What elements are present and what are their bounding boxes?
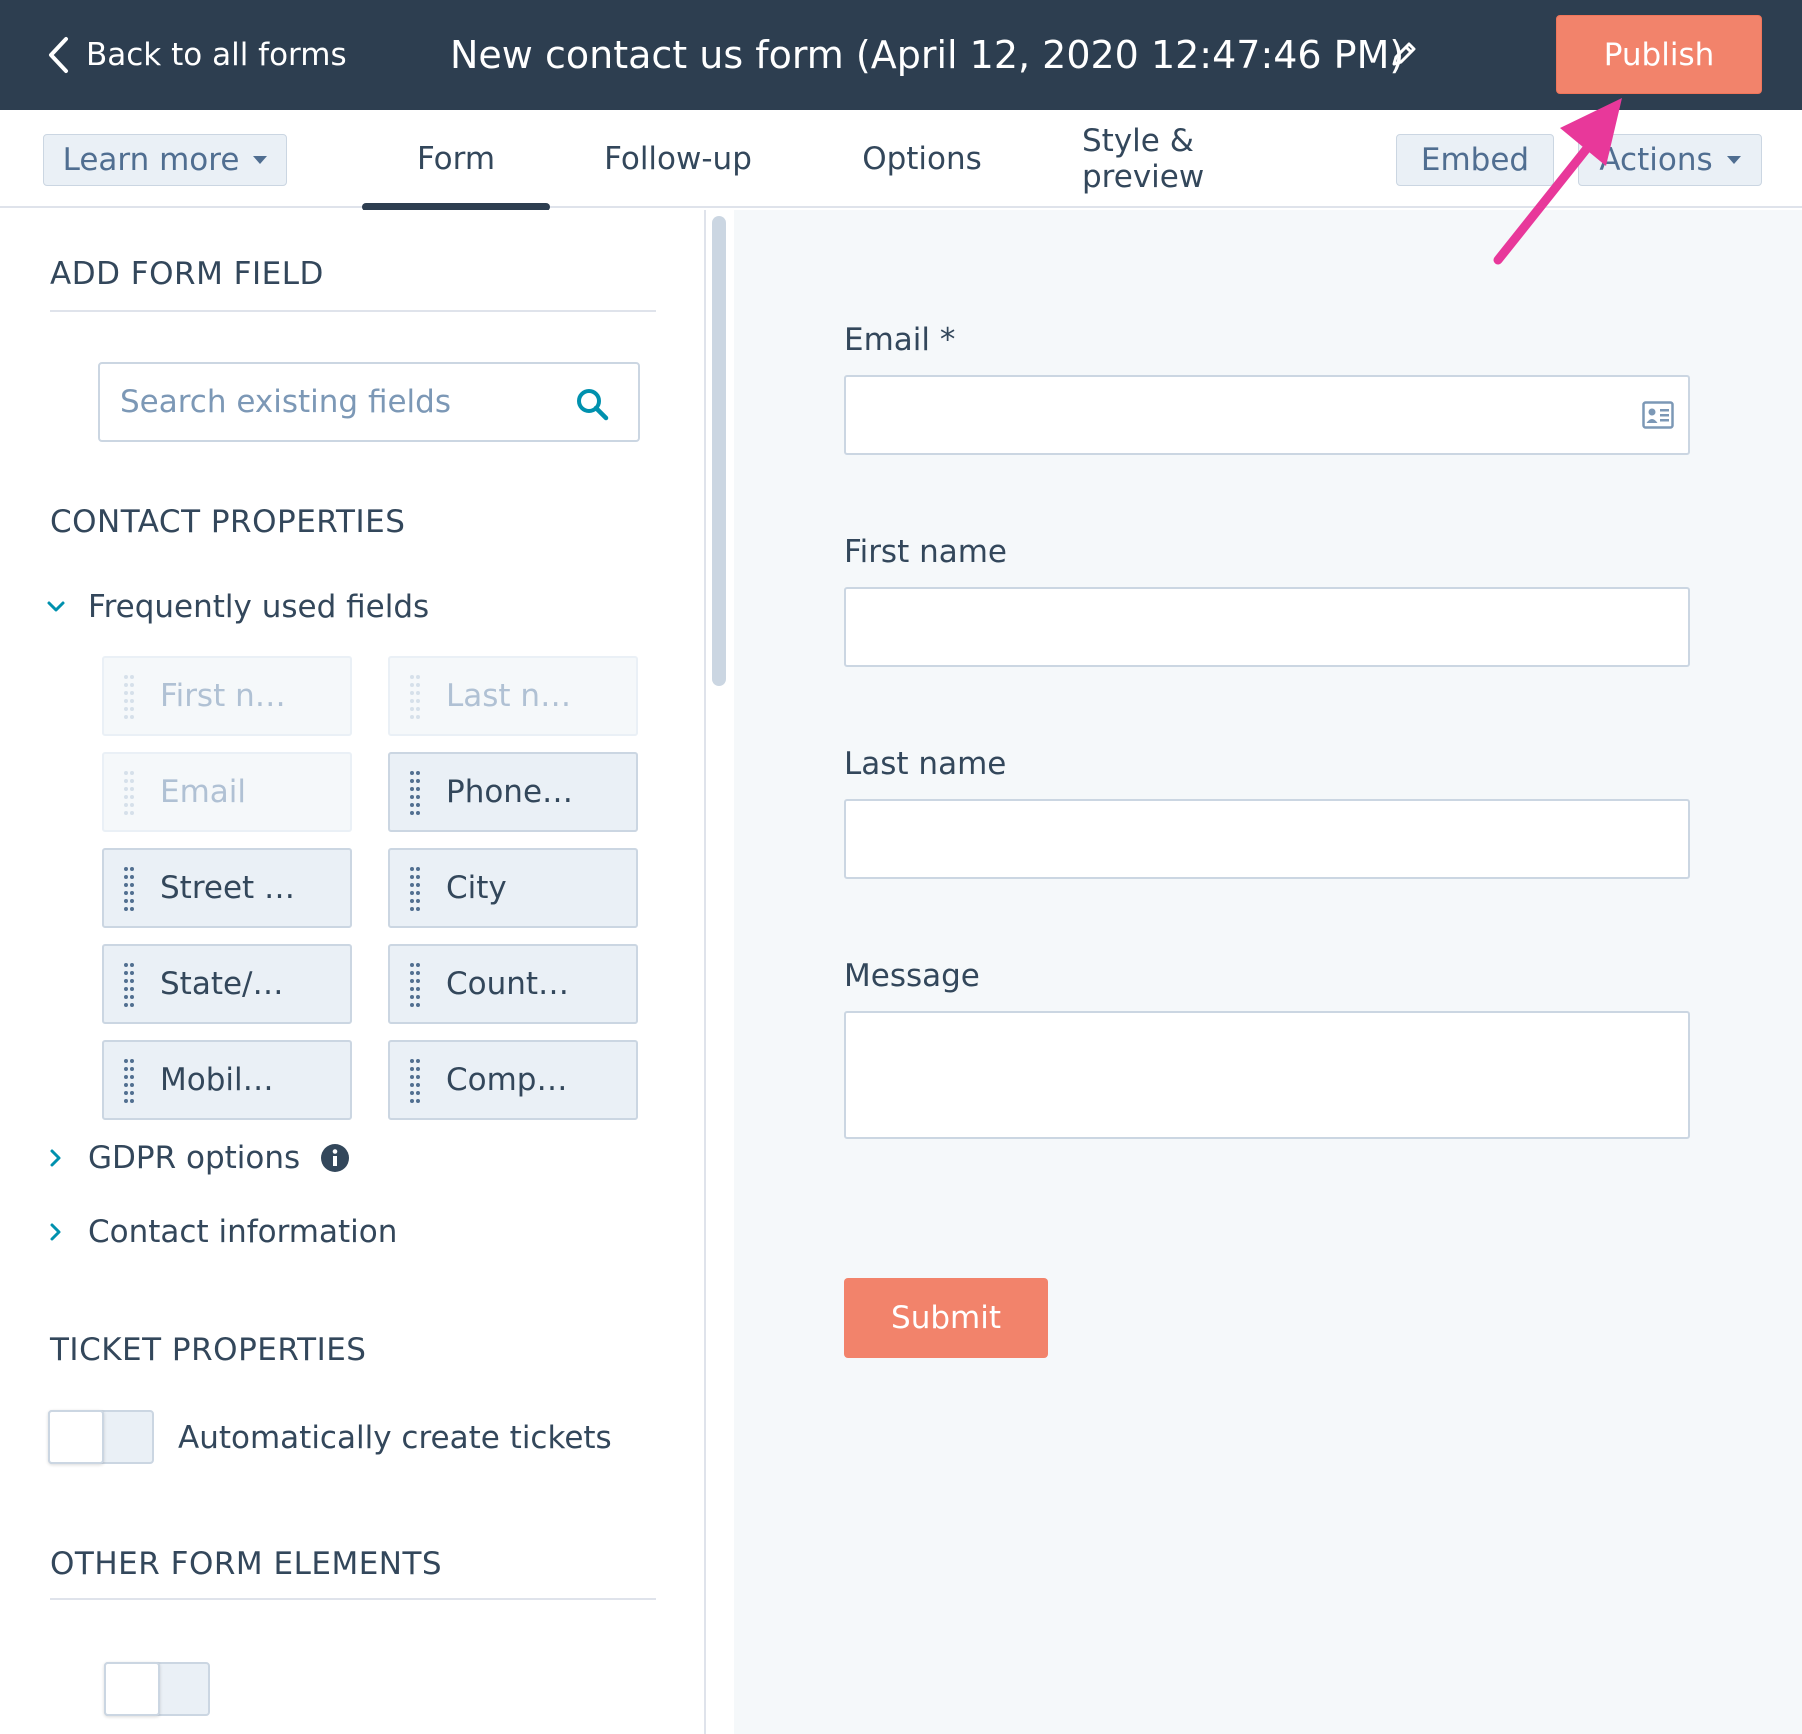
add-form-field-heading: ADD FORM FIELD (50, 256, 324, 292)
drag-handle-icon (124, 867, 134, 911)
contact-information-toggle[interactable]: Contact information (46, 1212, 397, 1252)
drag-handle-icon (124, 963, 134, 1007)
message-field-label: Message (844, 958, 980, 994)
tab-follow-up-label: Follow-up (604, 141, 752, 177)
gdpr-options-toggle[interactable]: GDPR options (46, 1138, 350, 1178)
actions-label: Actions (1599, 142, 1713, 178)
field-chip-city[interactable]: City (388, 848, 638, 928)
toggle-knob (48, 1410, 104, 1464)
divider (50, 310, 656, 312)
tab-options[interactable]: Options (852, 110, 992, 208)
chevron-right-icon (50, 1223, 61, 1241)
field-chip-label: Street … (160, 870, 296, 906)
tab-style-preview-label: Style & preview (1082, 123, 1205, 195)
field-chip-label: Comp… (446, 1062, 568, 1098)
field-chip-street[interactable]: Street … (102, 848, 352, 928)
caret-down-icon (1726, 156, 1741, 164)
field-chip-phone[interactable]: Phone… (388, 752, 638, 832)
search-fields-input[interactable] (120, 384, 560, 420)
actions-dropdown[interactable]: Actions (1578, 134, 1762, 186)
caret-down-icon (253, 156, 268, 164)
auto-create-tickets-toggle[interactable] (48, 1410, 154, 1464)
divider (50, 1598, 656, 1600)
field-chip-mobile[interactable]: Mobil… (102, 1040, 352, 1120)
contact-properties-heading: CONTACT PROPERTIES (50, 504, 406, 540)
contact-card-icon (1642, 401, 1674, 429)
drag-handle-icon (124, 1059, 134, 1103)
last-name-field[interactable] (844, 799, 1690, 879)
ticket-properties-heading: TICKET PROPERTIES (50, 1332, 367, 1368)
tab-follow-up[interactable]: Follow-up (594, 110, 762, 208)
field-chip-label: City (446, 870, 507, 906)
first-name-field[interactable] (844, 587, 1690, 667)
form-editor-tabbar: Learn more Form Follow-up Options Style … (0, 110, 1802, 211)
field-chip-company[interactable]: Comp… (388, 1040, 638, 1120)
field-chip-label: Email (160, 774, 247, 810)
field-chip-label: Phone… (446, 774, 574, 810)
tab-style-preview[interactable]: Style & preview (1082, 110, 1322, 208)
chevron-left-icon (49, 37, 68, 73)
embed-label: Embed (1420, 142, 1530, 178)
field-chip-first-name: First n… (102, 656, 352, 736)
chevron-down-icon (47, 601, 65, 612)
message-field[interactable] (844, 1011, 1690, 1139)
field-chip-label: Last n… (446, 678, 572, 714)
field-chip-label: First n… (160, 678, 286, 714)
drag-handle-icon (410, 771, 420, 815)
panel-scrollbar[interactable] (712, 216, 726, 686)
drag-handle-icon (410, 675, 420, 719)
tab-form-label: Form (416, 141, 496, 177)
tab-form[interactable]: Form (362, 110, 550, 211)
info-icon[interactable] (320, 1143, 350, 1173)
field-chip-label: Count… (446, 966, 570, 1002)
gdpr-options-label: GDPR options (88, 1140, 301, 1176)
drag-handle-icon (124, 771, 134, 815)
search-icon[interactable] (574, 386, 610, 422)
learn-more-label: Learn more (62, 142, 240, 178)
frequently-used-fields-toggle[interactable]: Frequently used fields (46, 587, 429, 627)
form-title: New contact us form (April 12, 2020 12:4… (450, 33, 1405, 77)
toggle-knob (104, 1662, 160, 1716)
pencil-icon[interactable] (1388, 38, 1420, 70)
auto-create-tickets-label: Automatically create tickets (178, 1420, 612, 1456)
back-to-forms-link[interactable]: Back to all forms (46, 32, 347, 78)
drag-handle-icon (124, 675, 134, 719)
learn-more-dropdown[interactable]: Learn more (43, 134, 287, 186)
submit-button[interactable]: Submit (844, 1278, 1048, 1358)
drag-handle-icon (410, 867, 420, 911)
contact-information-label: Contact information (88, 1214, 398, 1250)
publish-button[interactable]: Publish (1556, 15, 1762, 94)
last-name-field-label: Last name (844, 746, 1007, 782)
field-chip-label: Mobil… (160, 1062, 274, 1098)
frequently-used-label: Frequently used fields (88, 589, 430, 625)
field-chip-email: Email (102, 752, 352, 832)
first-name-field-label: First name (844, 534, 1008, 570)
field-chip-last-name: Last n… (388, 656, 638, 736)
search-fields-box[interactable] (98, 362, 640, 442)
field-chip-state[interactable]: State/… (102, 944, 352, 1024)
drag-handle-icon (410, 963, 420, 1007)
field-chip-label: State/… (160, 966, 284, 1002)
other-form-elements-heading: OTHER FORM ELEMENTS (50, 1546, 443, 1582)
field-chip-country[interactable]: Count… (388, 944, 638, 1024)
drag-handle-icon (410, 1059, 420, 1103)
other-element-toggle[interactable] (104, 1662, 210, 1716)
embed-button[interactable]: Embed (1396, 134, 1554, 186)
chevron-right-icon (50, 1149, 61, 1167)
email-field[interactable] (844, 375, 1690, 455)
tab-options-label: Options (862, 141, 982, 177)
top-header: Back to all forms New contact us form (A… (0, 0, 1802, 110)
email-field-label: Email * (844, 322, 956, 358)
back-link-label: Back to all forms (86, 37, 347, 73)
